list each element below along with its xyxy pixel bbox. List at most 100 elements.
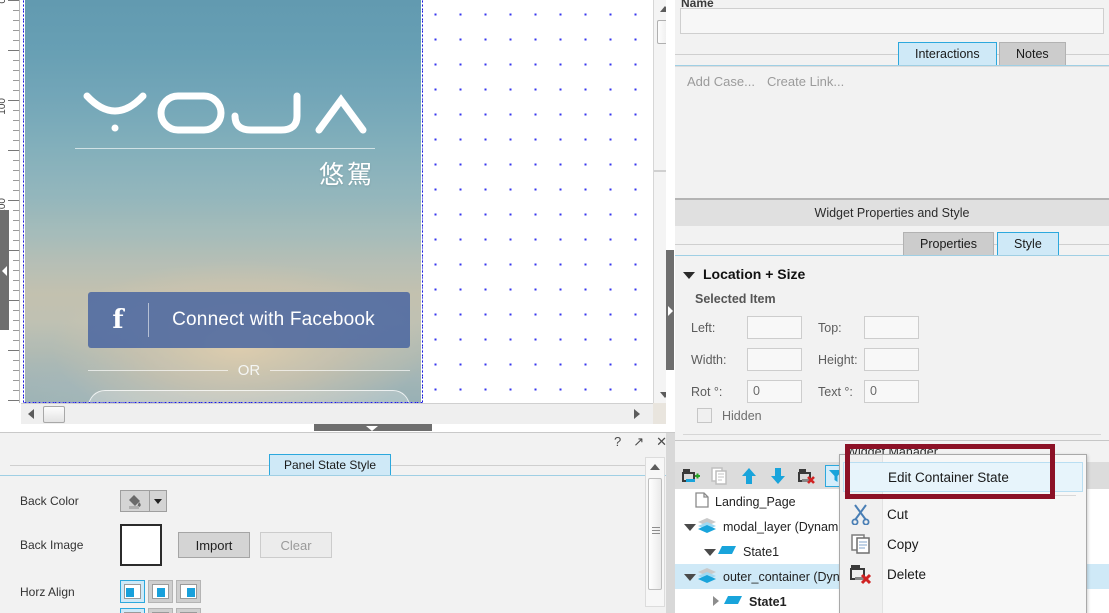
artboard-email-input[interactable]: [88, 390, 410, 403]
style-scroll-up-icon[interactable]: [646, 458, 664, 475]
style-panel-scroll-thumb[interactable]: [648, 478, 662, 590]
style-panel-scrollbar[interactable]: [645, 457, 665, 607]
align-left-button[interactable]: [120, 580, 145, 603]
import-button[interactable]: Import: [178, 532, 250, 558]
dynamic-panel-icon: [697, 517, 717, 536]
ruler-tick: [13, 80, 19, 81]
menu-item-cut[interactable]: Cut: [840, 499, 1086, 529]
back-image-row: Back Image Import Clear: [0, 524, 640, 566]
delete-layer-icon[interactable]: [796, 465, 818, 487]
design-area[interactable]: 悠駕 f Connect with Facebook OR: [21, 0, 653, 403]
left-input[interactable]: [747, 316, 802, 339]
hidden-row[interactable]: Hidden: [697, 408, 762, 423]
tree-expander-icon[interactable]: [703, 545, 717, 559]
top-input[interactable]: [864, 316, 919, 339]
panel-state-style-pane: ? ↗ ✕ Panel State Style Back Color: [0, 432, 675, 613]
or-line-right: [270, 370, 410, 371]
canvas-scroll-right-icon[interactable]: [627, 404, 647, 424]
tree-expander-icon[interactable]: [683, 570, 697, 584]
menu-item-delete[interactable]: Delete: [840, 559, 1086, 589]
canvas-horizontal-scroll-thumb[interactable]: [43, 406, 65, 423]
vert-align-row: [0, 608, 640, 613]
tree-item-label: State1: [749, 595, 787, 609]
horz-align-button-group: [120, 580, 201, 603]
menu-item-label: Cut: [887, 507, 908, 522]
ruler-tick: [8, 250, 19, 251]
ruler-tick: [13, 40, 19, 41]
align-left-icon: [124, 584, 141, 599]
vertical-ruler[interactable]: 0100200300: [0, 0, 20, 403]
horizontal-splitter-grip[interactable]: [314, 424, 432, 431]
ruler-tick: [13, 360, 19, 361]
align-middle-button[interactable]: [148, 608, 173, 613]
align-top-button[interactable]: [120, 608, 145, 613]
brand-logo-chinese: 悠駕: [75, 155, 375, 191]
fb-button-label: Connect with Facebook: [149, 309, 410, 331]
ruler-tick: [13, 280, 19, 281]
height-input[interactable]: [864, 348, 919, 371]
tab-notes[interactable]: Notes: [999, 42, 1066, 65]
context-menu[interactable]: Edit Container State Cut Copy: [839, 454, 1087, 613]
add-layer-icon[interactable]: [680, 465, 702, 487]
facebook-f-icon: f: [88, 305, 148, 335]
tab-interactions[interactable]: Interactions: [898, 42, 997, 65]
tree-expander-icon[interactable]: [709, 595, 723, 609]
vertical-splitter-grip[interactable]: [666, 250, 674, 370]
tab-panel-state-style[interactable]: Panel State Style: [269, 454, 391, 475]
canvas-scroll-left-icon[interactable]: [21, 404, 41, 424]
location-size-header[interactable]: Location + Size: [683, 266, 805, 282]
move-up-icon[interactable]: [738, 465, 760, 487]
ruler-tick: [13, 20, 19, 21]
align-center-button[interactable]: [148, 580, 173, 603]
rotation-input[interactable]: 0: [747, 380, 802, 403]
brand-logo-block: 悠駕: [75, 88, 375, 191]
tab-style[interactable]: Style: [997, 232, 1059, 255]
menu-item-copy[interactable]: Copy: [840, 529, 1086, 559]
ruler-tick: [13, 10, 19, 11]
design-canvas-region[interactable]: 0100200300 悠駕: [0, 0, 675, 430]
style-panel-body: Back Color Back Image Import Clear: [0, 476, 675, 613]
ruler-tick: [8, 400, 19, 401]
collapse-triangle-icon: [683, 272, 695, 279]
ruler-tick: [13, 240, 19, 241]
hidden-checkbox[interactable]: [697, 408, 712, 423]
horz-align-label: Horz Align: [0, 585, 120, 599]
horz-align-row: Horz Align: [0, 580, 640, 603]
help-icon[interactable]: ?: [614, 435, 621, 449]
height-label: Height:: [802, 353, 864, 367]
align-right-button[interactable]: [176, 580, 201, 603]
move-down-icon[interactable]: [767, 465, 789, 487]
menu-item-edit-container-state[interactable]: Edit Container State: [843, 462, 1083, 492]
cut-icon: [849, 503, 873, 525]
menu-item-label: Edit Container State: [888, 470, 1009, 485]
text-rotation-label: Text °:: [802, 385, 864, 399]
back-image-preview[interactable]: [120, 524, 162, 566]
ruler-tick: [13, 270, 19, 271]
tab-properties[interactable]: Properties: [903, 232, 994, 255]
ruler-tick: [13, 190, 19, 191]
clear-button: Clear: [260, 532, 332, 558]
connect-with-facebook-button[interactable]: f Connect with Facebook: [88, 292, 410, 348]
canvas-left-splitter-handle[interactable]: [0, 210, 9, 330]
add-case-link[interactable]: Add Case...: [687, 74, 755, 89]
text-rotation-input[interactable]: 0: [864, 380, 919, 403]
back-color-dropdown-button[interactable]: [150, 490, 167, 512]
back-color-label: Back Color: [0, 494, 120, 508]
ruler-tick: [13, 260, 19, 261]
create-link-link[interactable]: Create Link...: [767, 74, 844, 89]
menu-item-label: Copy: [887, 537, 919, 552]
duplicate-icon[interactable]: [709, 465, 731, 487]
ruler-tick: [8, 200, 19, 201]
ruler-tick: [8, 0, 19, 1]
left-top-row: Left: Top:: [691, 316, 919, 339]
maximize-icon[interactable]: ↗: [633, 435, 644, 449]
artboard-preview[interactable]: 悠駕 f Connect with Facebook OR: [25, 0, 421, 403]
width-height-row: Width: Height:: [691, 348, 919, 371]
canvas-horizontal-scrollbar[interactable]: [21, 403, 653, 424]
tree-expander-icon[interactable]: [683, 520, 697, 534]
align-bottom-button[interactable]: [176, 608, 201, 613]
ruler-tick: [13, 210, 19, 211]
name-input[interactable]: [680, 8, 1104, 34]
width-input[interactable]: [747, 348, 802, 371]
back-color-swatch-button[interactable]: [120, 490, 150, 512]
